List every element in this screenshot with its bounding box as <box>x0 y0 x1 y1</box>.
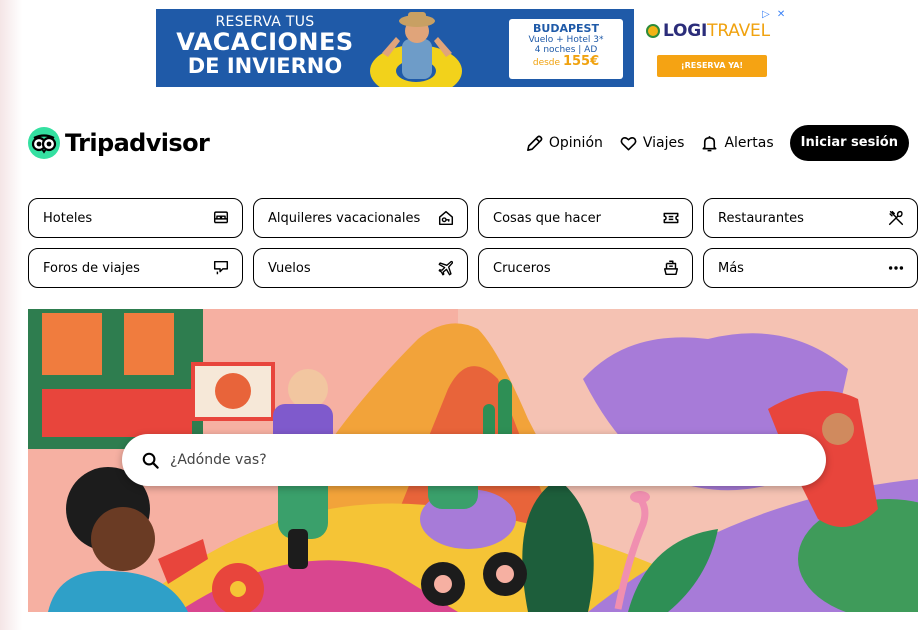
page-edge-fade <box>0 0 22 630</box>
nav-review[interactable]: Opinión <box>525 125 603 161</box>
tripadvisor-logo[interactable]: Tripadvisor <box>28 127 210 159</box>
ad-brand-main: LOGI <box>663 21 708 41</box>
heart-icon <box>620 136 637 150</box>
category-vacation-rentals[interactable]: Alquileres vacacionales <box>253 198 468 238</box>
nav-review-label: Opinión <box>548 135 603 151</box>
ad-offer-box: BUDAPEST Vuelo + Hotel 3* 4 noches | AD … <box>509 19 623 79</box>
ad-choices-icon[interactable]: ▷ ✕ <box>762 9 787 20</box>
owl-logo-icon <box>28 127 60 159</box>
category-restaurants[interactable]: Restaurantes <box>703 198 918 238</box>
house-key-icon <box>438 210 454 226</box>
ad-banner[interactable]: RESERVA TUS VACACIONES DE INVIERNO BUDAP… <box>156 9 634 87</box>
signin-button[interactable]: Iniciar sesión <box>789 125 909 161</box>
cutlery-icon <box>888 210 904 226</box>
ship-icon <box>663 260 679 276</box>
ad-brand-name: LOGITRAVEL <box>663 21 770 41</box>
ad-offer-from: desde <box>532 58 561 68</box>
ad-brand-ball-icon <box>646 24 660 38</box>
ad-offer-line1: Vuelo + Hotel 3* <box>528 35 604 45</box>
ad-offer-city: BUDAPEST <box>533 22 599 35</box>
nav-alerts-label: Alertas <box>724 135 774 151</box>
category-label: Cruceros <box>493 260 551 276</box>
category-hotels[interactable]: Hoteles <box>28 198 243 238</box>
category-things-to-do[interactable]: Cosas que hacer <box>478 198 693 238</box>
category-forums[interactable]: Foros de viajes <box>28 248 243 288</box>
plane-icon <box>438 260 454 276</box>
nav-trips[interactable]: Viajes <box>619 125 685 161</box>
category-label: Cosas que hacer <box>493 210 601 226</box>
nav-alerts[interactable]: Alertas <box>700 125 774 161</box>
ad-brand-logo: LOGITRAVEL <box>646 21 770 41</box>
search-icon <box>142 452 159 469</box>
category-label: Más <box>718 260 744 276</box>
search-input[interactable] <box>168 451 772 469</box>
logo-wordmark: Tripadvisor <box>65 129 210 157</box>
category-label: Vuelos <box>268 260 311 276</box>
ticket-icon <box>663 212 679 224</box>
category-more[interactable]: Más <box>703 248 918 288</box>
category-label: Hoteles <box>43 210 93 226</box>
ad-brand-panel[interactable]: ▷ ✕ LOGITRAVEL ¡RESERVA YA! <box>640 9 790 87</box>
category-label: Alquileres vacacionales <box>268 210 421 226</box>
ad-cta-button[interactable]: ¡RESERVA YA! <box>657 55 767 77</box>
category-cruises[interactable]: Cruceros <box>478 248 693 288</box>
ad-offer-price: 155€ <box>562 54 600 69</box>
bed-icon <box>213 211 229 224</box>
forum-icon <box>213 260 229 275</box>
pencil-icon <box>526 135 543 151</box>
category-label: Restaurantes <box>718 210 804 226</box>
category-flights[interactable]: Vuelos <box>253 248 468 288</box>
header-nav: Opinión Viajes Alertas Iniciar sesión <box>525 125 909 161</box>
search-bar[interactable] <box>122 434 826 486</box>
category-label: Foros de viajes <box>43 260 140 276</box>
bell-icon <box>702 135 717 151</box>
ad-headline-line2: VACACIONES <box>176 28 354 56</box>
nav-trips-label: Viajes <box>642 135 685 151</box>
more-icon <box>888 266 904 270</box>
ad-headline-line3: DE INVIERNO <box>187 54 343 78</box>
ad-brand-accent: TRAVEL <box>707 21 770 41</box>
ad-offer-price-line: desde 155€ <box>509 55 623 70</box>
ad-headline: RESERVA TUS VACACIONES DE INVIERNO <box>170 15 360 78</box>
